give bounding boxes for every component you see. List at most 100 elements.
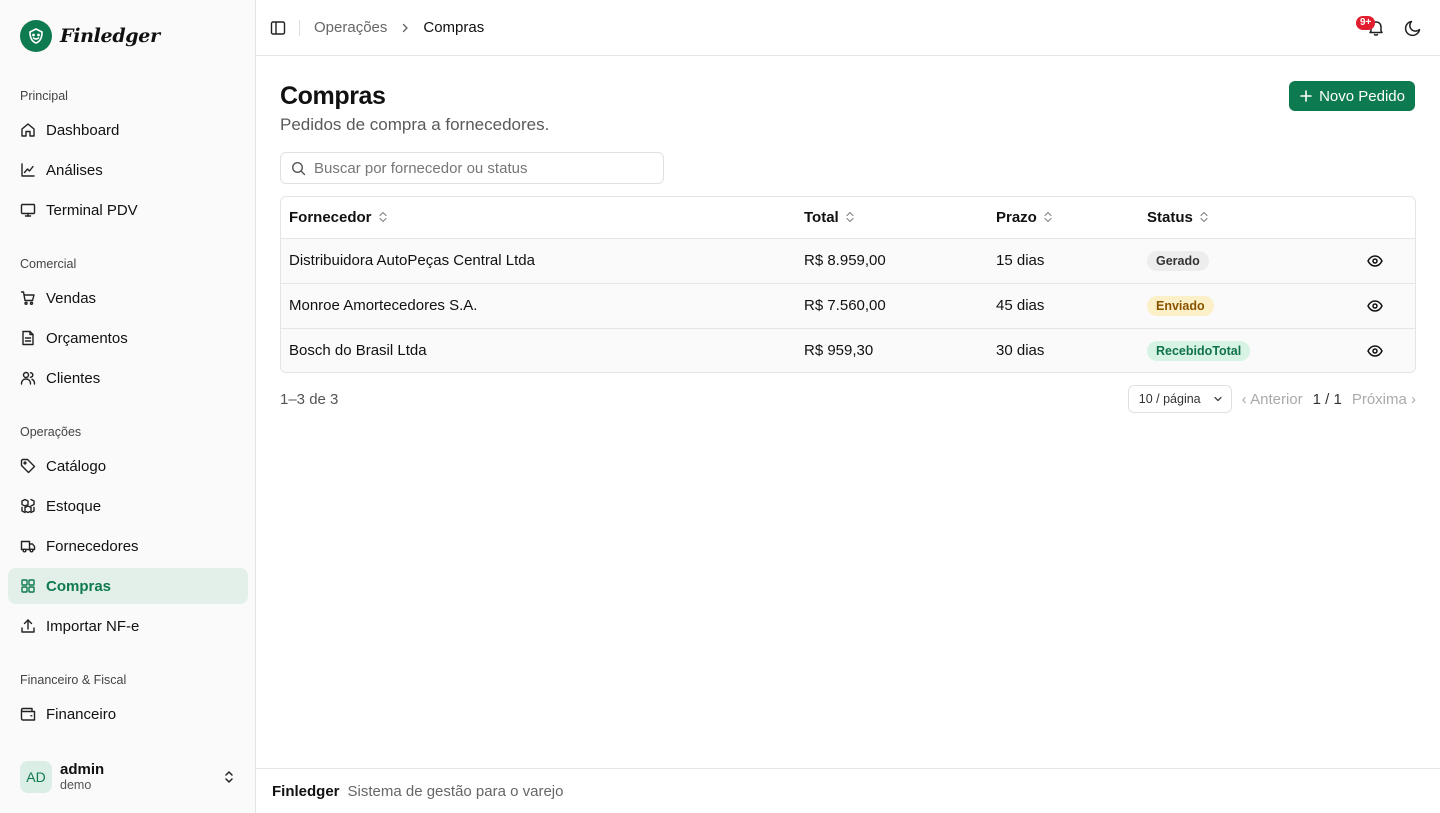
cell-fornecedor: Monroe Amortecedores S.A. [289, 297, 478, 314]
eye-icon[interactable] [1367, 343, 1415, 359]
table-row[interactable]: Distribuidora AutoPeças Central Ltda R$ … [281, 238, 1415, 283]
nav-group-label: Principal [20, 89, 68, 103]
sidebar-item-label: Catálogo [46, 457, 107, 475]
table-row[interactable]: Bosch do Brasil Ltda R$ 959,30 30 dias R… [281, 328, 1415, 372]
status-badge: Gerado [1147, 250, 1209, 271]
nav-group-comercial: Comercial Vendas Orçamentos Clientes [0, 248, 256, 396]
sidebar-item-label: Análises [46, 161, 103, 179]
sidebar-item-catalogo[interactable]: Catálogo [8, 448, 248, 484]
cell-fornecedor: Bosch do Brasil Ltda [289, 342, 427, 360]
tag-icon [20, 458, 36, 474]
sort-icon [845, 211, 855, 223]
chevrons-up-down-icon [222, 770, 236, 784]
sidebar-item-label: Vendas [46, 289, 97, 307]
user-info: admin demo [60, 761, 214, 793]
breadcrumb: Operações Compras [314, 19, 484, 36]
column-label: Prazo [996, 208, 1037, 226]
cell-fornecedor: Distribuidora AutoPeças Central Ltda [289, 252, 535, 269]
sidebar-item-vendas[interactable]: Vendas [8, 280, 248, 316]
sidebar-item-orcamentos[interactable]: Orçamentos [8, 320, 248, 356]
user-name: admin [60, 761, 105, 778]
sort-icon [1043, 211, 1053, 223]
column-label: Fornecedor [289, 208, 372, 226]
notifications-button[interactable]: 9+ [1356, 16, 1386, 38]
new-order-button[interactable]: Novo Pedido [1289, 81, 1415, 111]
nav-group-label: Operações [20, 425, 82, 439]
sidebar-item-estoque[interactable]: Estoque [8, 488, 248, 524]
page-subtitle: Pedidos de compra a fornecedores. [280, 115, 550, 134]
nav-group-principal: Principal Dashboard Análises Terminal PD… [0, 80, 256, 228]
column-header-fornecedor[interactable]: Fornecedor [281, 197, 796, 239]
sidebar-item-label: Financeiro [46, 705, 117, 723]
footer-tagline: Sistema de gestão para o varejo [347, 782, 564, 800]
sidebar-item-label: Compras [46, 577, 112, 595]
header-divider [299, 19, 300, 36]
cell-status: Enviado [1139, 283, 1359, 328]
sidebar: Finledger Principal Dashboard Análises T… [0, 0, 256, 813]
chevron-down-icon [1213, 394, 1223, 404]
search-input[interactable] [314, 159, 654, 177]
brand[interactable]: Finledger [20, 20, 160, 52]
sidebar-item-label: Estoque [46, 497, 102, 515]
cell-prazo: 15 dias [996, 252, 1045, 269]
sidebar-item-compras[interactable]: Compras [8, 568, 248, 604]
cell-total: R$ 8.959,00 [804, 252, 886, 269]
sidebar-item-fornecedores[interactable]: Fornecedores [8, 528, 248, 564]
new-order-label: Novo Pedido [1319, 87, 1405, 105]
pagination: 1–3 de 3 10 / página ‹ Anterior 1 / 1 Pr… [280, 385, 1416, 413]
sidebar-item-clientes[interactable]: Clientes [8, 360, 248, 396]
nav-group-operacoes: Operações Catálogo Estoque Fornecedores … [0, 416, 256, 644]
column-header-actions [1359, 197, 1415, 239]
sort-icon [1199, 211, 1209, 223]
prev-page-button[interactable]: ‹ Anterior [1242, 391, 1303, 408]
sidebar-item-label: Dashboard [46, 121, 120, 139]
eye-icon[interactable] [1367, 298, 1415, 314]
sidebar-item-dashboard[interactable]: Dashboard [8, 112, 248, 148]
sidebar-item-financeiro[interactable]: Financeiro [8, 696, 248, 732]
brand-name: Finledger [60, 25, 160, 47]
moon-icon[interactable] [1404, 19, 1422, 37]
boxes-icon [20, 498, 36, 514]
sidebar-toggle-icon[interactable] [270, 20, 286, 36]
sidebar-item-analises[interactable]: Análises [8, 152, 248, 188]
avatar: AD [20, 761, 52, 793]
cell-actions [1359, 283, 1415, 328]
footer-brand: Finledger [272, 782, 340, 800]
page-indicator: 1 / 1 [1312, 390, 1342, 408]
home-icon [20, 122, 36, 138]
pagination-controls: 10 / página ‹ Anterior 1 / 1 Próxima › [1127, 385, 1416, 413]
eye-icon[interactable] [1367, 253, 1415, 269]
column-header-total[interactable]: Total [796, 197, 988, 239]
truck-icon [20, 538, 36, 554]
sidebar-item-terminal-pdv[interactable]: Terminal PDV [8, 192, 248, 228]
column-label: Total [804, 208, 839, 226]
user-org: demo [60, 778, 92, 792]
sidebar-item-label: Fornecedores [46, 537, 139, 555]
page-size-select[interactable]: 10 / página [1127, 385, 1232, 413]
sidebar-item-label: Terminal PDV [46, 201, 138, 219]
cell-total: R$ 959,30 [804, 342, 874, 360]
upload-icon [20, 618, 36, 634]
page-size-value: 10 / página [1138, 392, 1201, 406]
cell-actions [1359, 238, 1415, 283]
column-header-status[interactable]: Status [1139, 197, 1359, 239]
sidebar-item-label: Importar NF-e [46, 617, 140, 635]
next-page-button[interactable]: Próxima › [1352, 391, 1416, 408]
nav-group-financeiro-fiscal: Financeiro & Fiscal Financeiro [0, 664, 256, 732]
cell-prazo: 45 dias [996, 297, 1045, 314]
top-bar: Operações Compras 9+ [256, 0, 1440, 56]
cell-actions [1359, 328, 1415, 372]
sidebar-item-importar-nfe[interactable]: Importar NF-e [8, 608, 248, 644]
notification-badge: 9+ [1356, 16, 1376, 30]
user-menu[interactable]: AD admin demo [8, 753, 248, 801]
table-row[interactable]: Monroe Amortecedores S.A. R$ 7.560,00 45… [281, 283, 1415, 328]
column-label: Status [1147, 208, 1193, 226]
breadcrumb-link-operacoes[interactable]: Operações [314, 19, 387, 36]
search-icon [291, 161, 306, 176]
sidebar-nav: Principal Dashboard Análises Terminal PD… [0, 80, 256, 736]
page-title: Compras [280, 82, 386, 110]
column-header-prazo[interactable]: Prazo [988, 197, 1139, 239]
users-icon [20, 370, 36, 386]
status-badge: RecebidoTotal [1147, 340, 1251, 361]
status-badge: Enviado [1147, 295, 1214, 316]
